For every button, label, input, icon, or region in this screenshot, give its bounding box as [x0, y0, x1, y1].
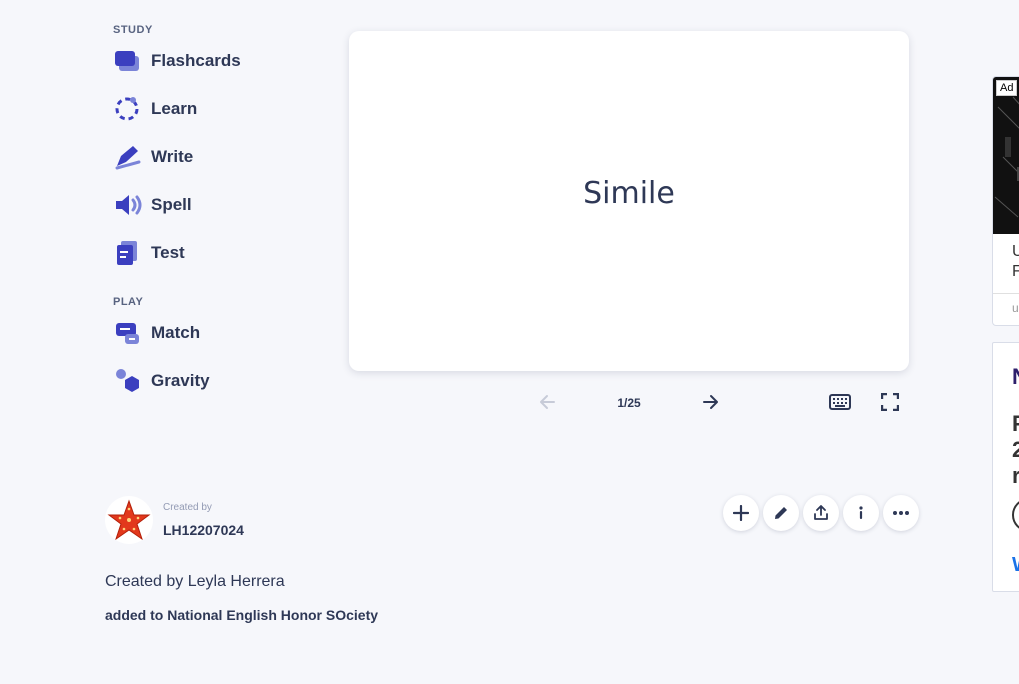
sidebar-item-label: Spell — [151, 195, 192, 214]
edit-button[interactable] — [763, 495, 799, 531]
share-icon — [814, 505, 828, 520]
pencil-icon — [775, 507, 787, 519]
sidebar-item-label: Flashcards — [151, 51, 241, 70]
ad-image[interactable] — [993, 77, 1019, 234]
match-icon — [113, 319, 143, 347]
info-button[interactable] — [843, 495, 879, 531]
ad-banner[interactable]: Ad U F u — [992, 76, 1019, 326]
ad-small-text: u — [1012, 301, 1019, 315]
arrow-left-icon — [540, 395, 555, 409]
sidebar-item-learn[interactable]: Learn — [113, 93, 197, 125]
ad-text-line2: F — [1012, 263, 1019, 281]
write-icon — [113, 143, 143, 171]
add-to-folder-button[interactable] — [723, 495, 759, 531]
ad-text-line1: U — [1012, 243, 1019, 261]
starfish-icon — [107, 499, 151, 541]
play-section-label: PLAY — [113, 296, 144, 308]
set-added-to: added to National English Honor SOciety — [105, 607, 379, 623]
spell-icon — [113, 191, 143, 219]
previous-card-button[interactable] — [535, 390, 559, 414]
ellipsis-icon — [893, 511, 909, 515]
sidebar-item-test[interactable]: Test — [113, 237, 185, 269]
sidebar-item-write[interactable]: Write — [113, 141, 193, 173]
flashcard-term: Simile — [583, 176, 675, 211]
creator-username[interactable]: LH12207024 — [163, 522, 244, 538]
sidebar-item-match[interactable]: Match — [113, 317, 200, 349]
avatar[interactable] — [105, 496, 153, 544]
created-by-label: Created by — [163, 502, 212, 513]
flashcards-icon — [113, 47, 143, 75]
more-options-button[interactable] — [883, 495, 919, 531]
learn-icon — [113, 95, 143, 123]
side-panel-link[interactable]: W — [1012, 554, 1019, 577]
arrow-right-icon — [703, 395, 718, 409]
sidebar-item-gravity[interactable]: Gravity — [113, 365, 210, 397]
side-panel-body: F 2 r — [1012, 411, 1019, 489]
keyboard-shortcuts-button[interactable] — [826, 390, 854, 414]
next-card-button[interactable] — [699, 390, 723, 414]
sidebar-item-spell[interactable]: Spell — [113, 189, 192, 221]
side-panel-radio[interactable] — [1012, 498, 1019, 532]
sidebar-item-label: Match — [151, 323, 201, 342]
test-icon — [113, 239, 143, 267]
sidebar-item-label: Write — [151, 147, 194, 166]
ad-divider — [993, 293, 1019, 294]
plus-icon — [733, 505, 749, 521]
gravity-icon — [113, 367, 143, 395]
study-section-label: STUDY — [113, 24, 153, 36]
fullscreen-icon — [881, 393, 899, 411]
share-button[interactable] — [803, 495, 839, 531]
side-panel-line: r — [1012, 463, 1019, 489]
info-icon — [859, 506, 863, 519]
sidebar-item-flashcards[interactable]: Flashcards — [113, 45, 241, 77]
side-panel-heading: N — [1012, 364, 1019, 390]
flashcard[interactable]: Simile — [349, 31, 909, 371]
sidebar-item-label: Gravity — [151, 371, 210, 390]
sidebar-item-label: Learn — [151, 99, 198, 118]
fullscreen-button[interactable] — [878, 390, 902, 414]
keyboard-icon — [829, 394, 851, 410]
side-panel-line: 2 — [1012, 437, 1019, 463]
side-panel: N F 2 r W — [992, 342, 1019, 592]
ad-badge: Ad — [996, 80, 1018, 96]
side-panel-line: F — [1012, 411, 1019, 437]
sidebar-item-label: Test — [151, 243, 185, 262]
card-counter: 1/25 — [617, 396, 641, 410]
set-description: Created by Leyla Herrera — [105, 573, 285, 590]
